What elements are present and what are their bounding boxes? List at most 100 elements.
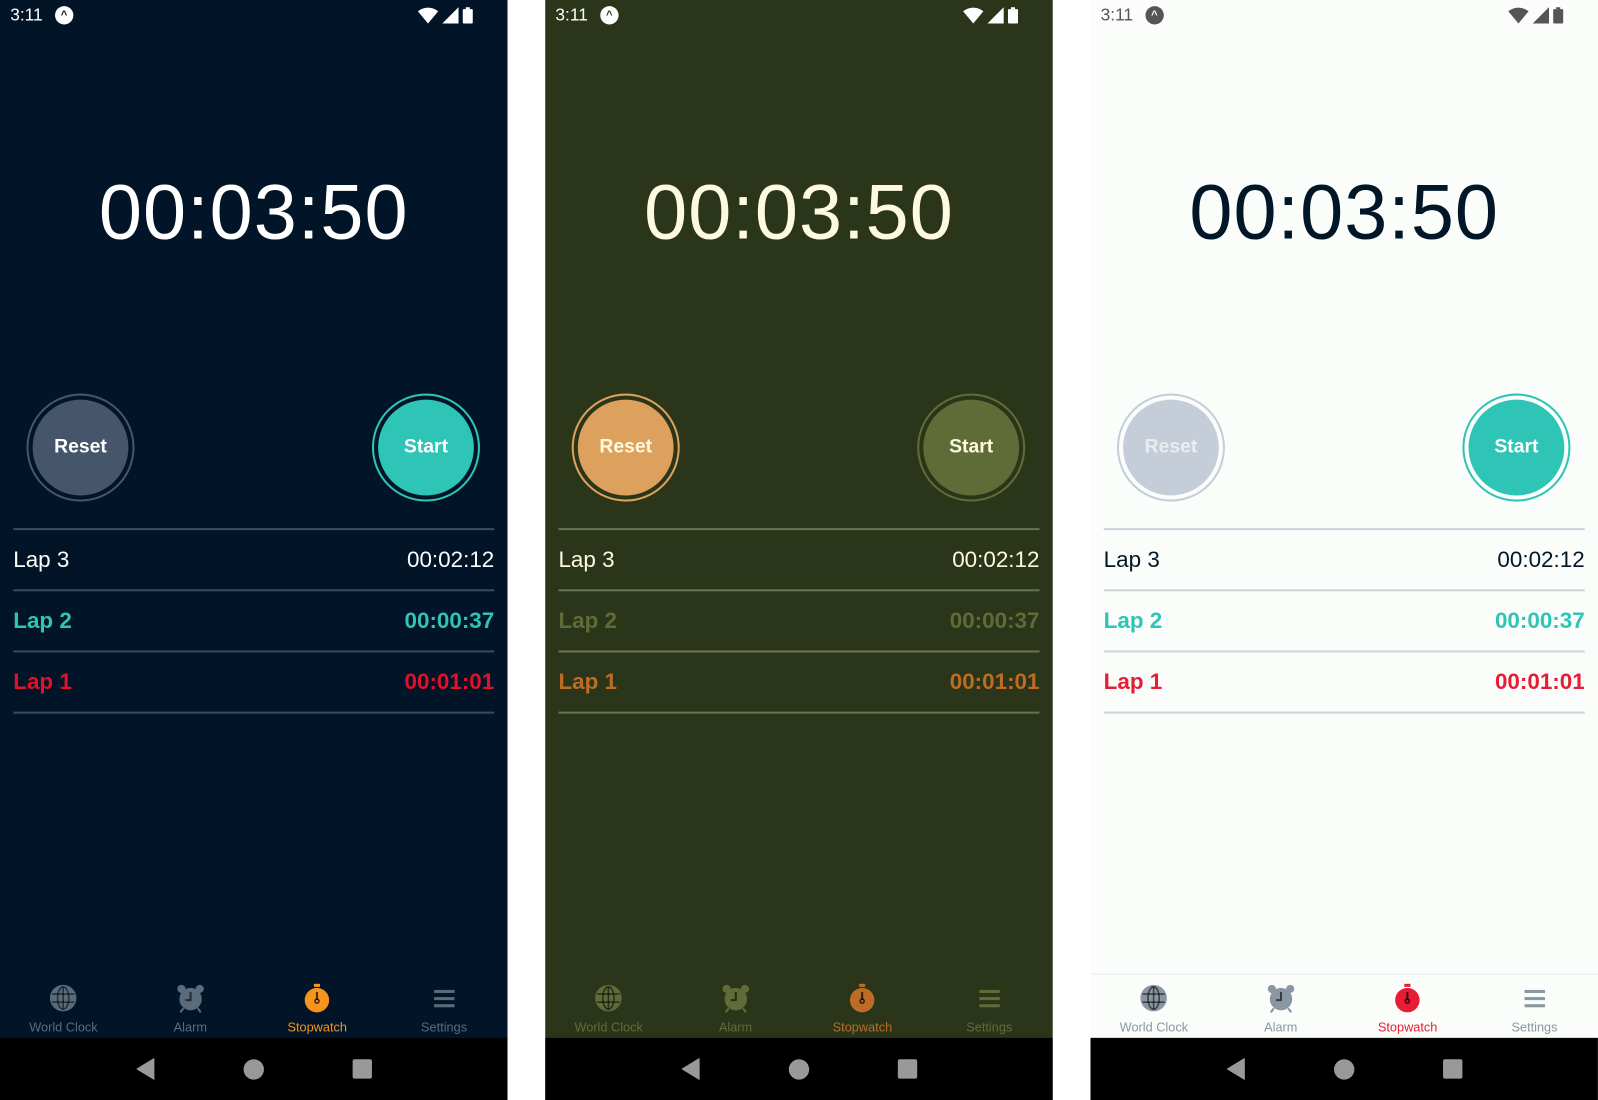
lap-list: Lap 3 00:02:12 Lap 2 00:00:37 Lap 1 00:01:01: [1103, 528, 1585, 714]
tab-settings[interactable]: Settings: [926, 975, 1053, 1039]
stopwatch-screen-dark: 3:11 ^ 00:03:50 Reset Start Lap 3 00:02:1…: [0, 0, 508, 1100]
tab-label: Stopwatch: [287, 1020, 347, 1035]
reset-label: Reset: [54, 436, 107, 458]
signal-icon: [1532, 7, 1550, 24]
screenshot-stage: 3:11 ^ 00:03:50 Reset Start Lap 3 00:02:1…: [0, 0, 1598, 1100]
elapsed-time-display: 00:03:50: [644, 169, 954, 256]
globe-icon: [48, 983, 79, 1021]
signal-icon: [987, 7, 1004, 24]
tab-alarm[interactable]: Alarm: [1217, 975, 1344, 1039]
tab-label: Settings: [966, 1020, 1013, 1035]
lap-label: Lap 1: [1103, 668, 1163, 695]
tab-label: Alarm: [718, 1020, 753, 1035]
back-icon[interactable]: [1226, 1057, 1245, 1081]
tab-label: Settings: [421, 1020, 468, 1035]
reset-button[interactable]: Reset: [1116, 393, 1225, 502]
app-notification-icon: ^: [600, 6, 619, 25]
tab-label: Stopwatch: [1377, 1020, 1438, 1035]
status-time: 3:11: [1100, 5, 1134, 25]
bottom-tab-bar: World Clock Alarm Stopwatch Settings: [1090, 973, 1598, 1039]
app-notification-icon: ^: [1145, 6, 1164, 25]
lap-label: Lap 1: [13, 668, 72, 695]
status-time: 3:11: [10, 5, 43, 25]
stopwatch-screen-olive: 3:11 ^ 00:03:50 Reset Start Lap 3 00:02:1…: [545, 0, 1053, 1100]
lap-row: Lap 3 00:02:12: [558, 528, 1040, 589]
home-icon[interactable]: [243, 1058, 264, 1080]
tab-settings[interactable]: Settings: [381, 975, 508, 1039]
reset-button[interactable]: Reset: [571, 393, 680, 502]
status-bar: 3:11 ^: [555, 4, 1042, 26]
tab-settings[interactable]: Settings: [1471, 975, 1598, 1039]
menu-icon: [429, 983, 460, 1021]
lap-row: Lap 1 00:01:01: [1103, 650, 1585, 714]
reset-label: Reset: [1144, 436, 1198, 458]
tab-label: Settings: [1511, 1020, 1558, 1035]
battery-icon: [1007, 7, 1019, 24]
bottom-tab-bar: World Clock Alarm Stopwatch Settings: [0, 974, 508, 1039]
system-nav-bar: [0, 1037, 508, 1100]
menu-icon: [974, 983, 1005, 1021]
menu-icon: [1519, 983, 1550, 1021]
start-label: Start: [403, 436, 449, 458]
elapsed-time-display: 00:03:50: [98, 169, 409, 256]
battery-icon: [462, 7, 473, 24]
start-button[interactable]: Start: [371, 393, 480, 502]
tab-world-clock[interactable]: World Clock: [1090, 975, 1217, 1039]
tab-stopwatch[interactable]: Stopwatch: [1344, 975, 1471, 1039]
wifi-icon: [963, 7, 984, 24]
wifi-icon: [1508, 7, 1529, 24]
recents-icon[interactable]: [897, 1059, 917, 1079]
lap-row: Lap 2 00:00:37: [1103, 589, 1585, 650]
tab-label: World Clock: [574, 1020, 643, 1035]
alarm-clock-icon: [1265, 983, 1296, 1021]
tab-label: Alarm: [1264, 1020, 1298, 1035]
lap-time: 00:01:01: [404, 668, 495, 695]
lap-time: 00:01:01: [1494, 668, 1585, 695]
lap-time: 00:00:37: [949, 607, 1040, 634]
tab-alarm[interactable]: Alarm: [672, 975, 799, 1039]
lap-label: Lap 3: [1103, 546, 1160, 572]
start-button[interactable]: Start: [1462, 393, 1571, 502]
recents-icon[interactable]: [1442, 1059, 1462, 1079]
lap-label: Lap 2: [1103, 607, 1163, 634]
status-bar: 3:11 ^: [10, 4, 497, 26]
lap-time: 00:02:12: [1497, 546, 1585, 572]
home-icon[interactable]: [788, 1058, 809, 1080]
lap-label: Lap 3: [558, 546, 615, 572]
tab-alarm[interactable]: Alarm: [127, 975, 254, 1039]
stopwatch-icon: [847, 983, 878, 1021]
stopwatch-icon: [302, 983, 333, 1021]
stopwatch-icon: [1392, 983, 1423, 1021]
lap-label: Lap 2: [558, 607, 618, 634]
tab-stopwatch[interactable]: Stopwatch: [254, 975, 381, 1039]
tab-label: World Clock: [1119, 1020, 1189, 1035]
lap-row: Lap 2 00:00:37: [558, 589, 1040, 650]
globe-icon: [593, 983, 624, 1021]
lap-row: Lap 2 00:00:37: [13, 589, 495, 650]
lap-row: Lap 3 00:02:12: [1103, 528, 1585, 589]
lap-time: 00:02:12: [952, 546, 1040, 572]
tab-world-clock[interactable]: World Clock: [545, 975, 672, 1039]
tab-label: Alarm: [173, 1020, 207, 1035]
system-nav-bar: [1090, 1037, 1598, 1100]
bottom-tab-bar: World Clock Alarm Stopwatch Settings: [545, 974, 1053, 1039]
alarm-clock-icon: [720, 983, 751, 1021]
status-bar: 3:11 ^: [1101, 4, 1588, 26]
tab-world-clock[interactable]: World Clock: [0, 975, 127, 1039]
home-icon[interactable]: [1333, 1058, 1354, 1080]
tab-label: Stopwatch: [832, 1020, 893, 1035]
tab-label: World Clock: [29, 1020, 98, 1035]
elapsed-time-display: 00:03:50: [1189, 169, 1500, 256]
start-button[interactable]: Start: [917, 393, 1026, 502]
lap-time: 00:00:37: [404, 607, 495, 634]
start-label: Start: [1494, 436, 1539, 458]
reset-button[interactable]: Reset: [26, 393, 135, 502]
recents-icon[interactable]: [352, 1059, 372, 1079]
back-icon[interactable]: [681, 1057, 700, 1081]
tab-stopwatch[interactable]: Stopwatch: [799, 975, 926, 1039]
lap-time: 00:01:01: [949, 668, 1040, 695]
lap-row: Lap 1 00:01:01: [558, 650, 1040, 714]
lap-time: 00:00:37: [1494, 607, 1585, 634]
wifi-icon: [417, 7, 439, 24]
back-icon[interactable]: [136, 1057, 155, 1081]
